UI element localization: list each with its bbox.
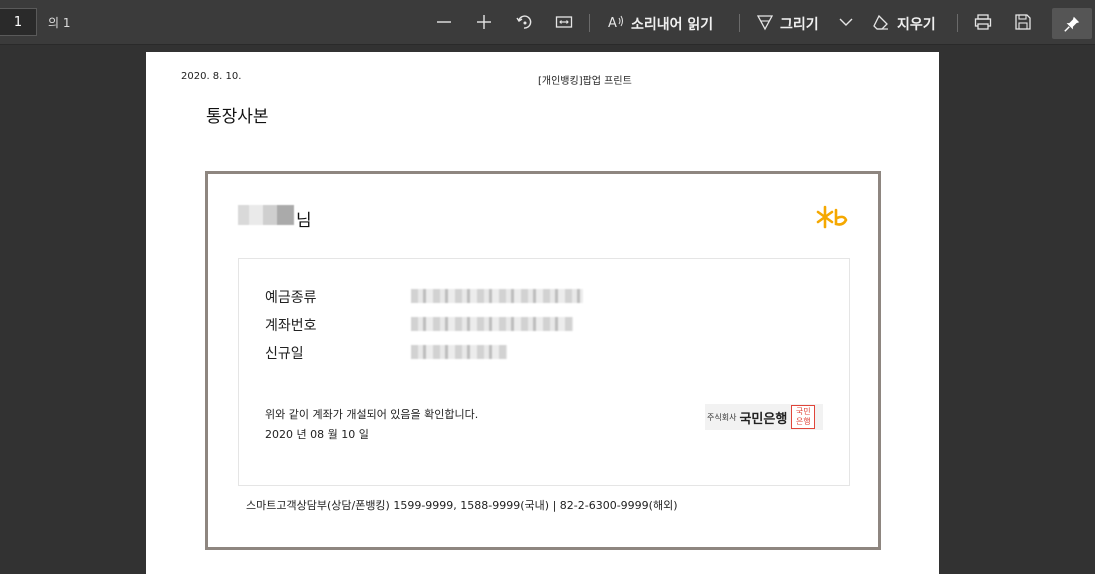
print-button[interactable] <box>971 10 995 34</box>
bank-seal-icon: 국민 은행 <box>791 405 816 429</box>
plus-icon <box>477 15 491 29</box>
fit-page-icon <box>555 16 573 28</box>
fit-page-button[interactable] <box>552 10 576 34</box>
account-info-panel: 예금종류 계좌번호 신규일 위와 같이 계좌가 개설되어 있음을 확인합니다. … <box>238 258 850 486</box>
document-title: 통장사본 <box>206 107 269 127</box>
field-label-account-number: 계좌번호 <box>265 318 317 334</box>
passbook-frame: 님 예금종류 계좌번호 신규일 위와 같이 계좌가 개설되어 있음을 확인합니다… <box>205 171 881 550</box>
name-suffix: 님 <box>296 211 312 231</box>
pdf-page: 2020. 8. 10. [개인뱅킹]팝업 프린트 통장사본 님 예금종류 계좌… <box>146 52 939 574</box>
erase-button[interactable]: 지우기 <box>897 14 936 34</box>
confirmation-text: 위와 같이 계좌가 개설되어 있음을 확인합니다. <box>265 408 479 421</box>
toolbar-separator <box>589 14 590 32</box>
read-aloud-icon-wrap[interactable]: A <box>604 10 628 34</box>
save-button[interactable] <box>1011 10 1035 34</box>
pdf-toolbar: 1 의 1 A 소리내어 읽기 그리기 지우기 <box>0 0 1095 45</box>
print-header-title: [개인뱅킹]팝업 프린트 <box>538 76 632 87</box>
read-aloud-button[interactable]: 소리내어 읽기 <box>631 14 713 34</box>
contact-footer: 스마트고객상담부(상담/폰뱅킹) 1599-9999, 1588-9999(국내… <box>246 499 678 512</box>
read-aloud-icon: A <box>608 15 623 31</box>
pin-icon <box>1064 16 1080 32</box>
svg-text:A: A <box>608 16 617 31</box>
chevron-down-icon <box>839 18 853 26</box>
toolbar-separator <box>739 14 740 32</box>
save-icon <box>1015 14 1031 30</box>
redacted-account-number <box>411 317 573 331</box>
redacted-account-type <box>411 289 583 303</box>
draw-button[interactable]: 그리기 <box>780 14 819 34</box>
erase-icon-wrap[interactable] <box>869 10 893 34</box>
bank-corp-prefix: 주식회사 <box>707 412 737 422</box>
draw-icon <box>756 15 774 31</box>
redacted-name <box>238 205 294 225</box>
draw-icon-wrap[interactable] <box>753 10 777 34</box>
rotate-icon <box>516 15 532 29</box>
kb-star-logo-icon <box>816 205 848 229</box>
print-date: 2020. 8. 10. <box>181 71 242 82</box>
zoom-out-button[interactable] <box>432 10 456 34</box>
field-label-account-type: 예금종류 <box>265 290 317 306</box>
zoom-in-button[interactable] <box>472 10 496 34</box>
field-label-open-date: 신규일 <box>265 346 304 362</box>
page-total-label: 의 1 <box>48 16 71 30</box>
print-icon <box>974 14 992 30</box>
toolbar-separator <box>957 14 958 32</box>
draw-options-button[interactable] <box>834 10 858 34</box>
bank-stamp: 주식회사 국민은행 국민 은행 <box>705 404 823 430</box>
pin-toolbar-button[interactable] <box>1052 8 1092 39</box>
rotate-button[interactable] <box>512 10 536 34</box>
confirmation-date: 2020 년 08 월 10 일 <box>265 428 369 441</box>
minus-icon <box>437 21 451 23</box>
bank-name: 국민은행 <box>739 411 788 427</box>
eraser-icon <box>873 14 888 30</box>
redacted-open-date <box>411 345 507 359</box>
page-number-input[interactable]: 1 <box>0 8 37 36</box>
